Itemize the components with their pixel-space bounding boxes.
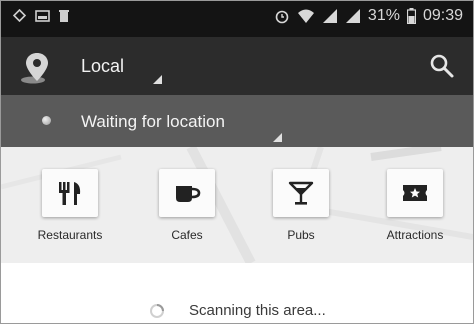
restaurants-tile[interactable] (42, 169, 98, 217)
battery-percent: 31% (367, 7, 400, 24)
app-screen: 31% 09:39 Local Waiting for location Res… (0, 0, 474, 324)
location-pin-icon[interactable] (19, 51, 53, 85)
cutlery-icon (59, 182, 81, 205)
signal-icon (345, 9, 360, 23)
status-time: 09:39 (422, 7, 463, 24)
results-area: Scanning this area... (1, 263, 473, 323)
cocktail-icon (288, 181, 314, 205)
trash-icon (59, 10, 69, 22)
category-label: Attractions (386, 228, 444, 242)
dropdown-caret-icon[interactable] (153, 75, 162, 84)
action-bar: Local (1, 37, 473, 95)
category-label: Cafes (171, 228, 203, 242)
location-status-dot-icon (42, 116, 51, 125)
location-status-text: Waiting for location (81, 112, 225, 131)
status-left-icons (13, 9, 69, 22)
category-pubs[interactable]: Pubs (253, 169, 349, 251)
category-label: Restaurants (37, 228, 103, 242)
pubs-tile[interactable] (273, 169, 329, 217)
scanning-status-text: Scanning this area... (189, 302, 326, 319)
status-bar: 31% 09:39 (1, 1, 473, 37)
location-bar[interactable]: Waiting for location (1, 95, 473, 147)
alarm-icon (275, 10, 289, 24)
signal-icon (322, 9, 337, 23)
location-mode-spinner[interactable]: Local (81, 56, 124, 77)
category-restaurants[interactable]: Restaurants (22, 169, 118, 251)
cafes-tile[interactable] (159, 169, 215, 217)
category-strip: Restaurants Cafes Pubs Attractions (1, 147, 473, 263)
settings-dot-icon (13, 9, 26, 22)
attractions-tile[interactable] (387, 169, 443, 217)
loading-spinner-icon (150, 304, 164, 318)
battery-icon (406, 8, 416, 24)
category-label: Pubs (287, 228, 315, 242)
search-icon[interactable] (429, 53, 455, 79)
coffee-cup-icon (176, 186, 201, 202)
status-right-icons: 31% 09:39 (274, 7, 463, 25)
ticket-icon (403, 185, 427, 201)
category-attractions[interactable]: Attractions (367, 169, 463, 251)
dropdown-caret-icon[interactable] (273, 133, 282, 142)
image-icon (35, 9, 50, 22)
category-cafes[interactable]: Cafes (139, 169, 235, 251)
wifi-icon (297, 9, 314, 23)
